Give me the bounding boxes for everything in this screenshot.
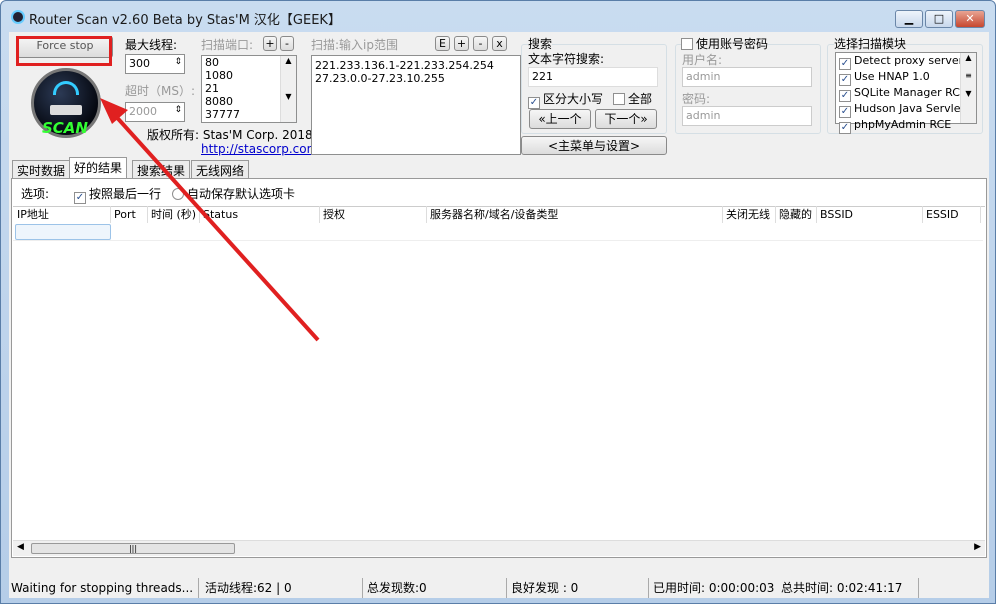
- annotation-arrow: [100, 98, 320, 342]
